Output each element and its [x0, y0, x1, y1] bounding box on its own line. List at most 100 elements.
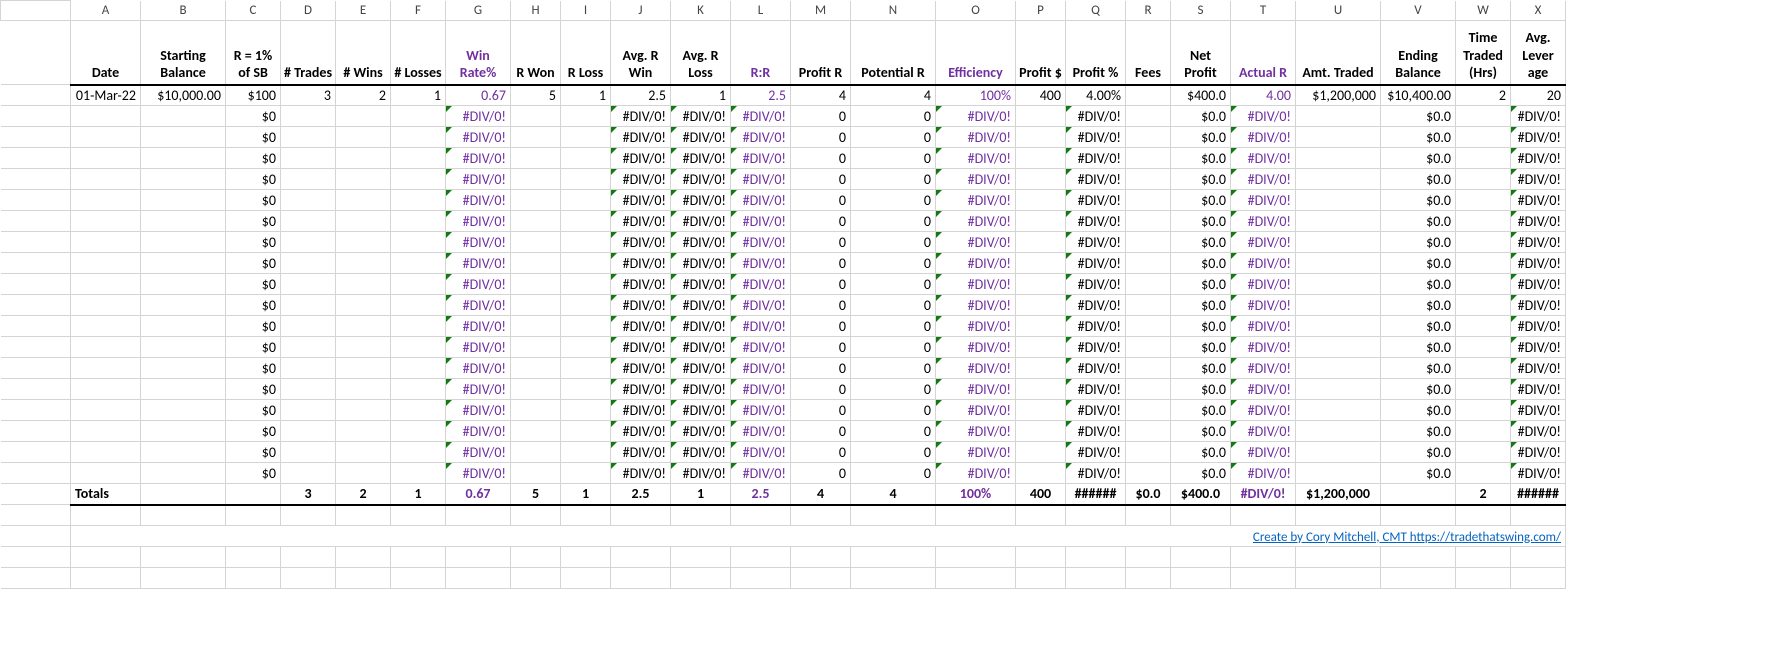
cell-M-e17[interactable]: 0 — [791, 463, 851, 484]
cell-J-e6[interactable]: #DIV/0! — [611, 232, 671, 253]
cell-K-e3[interactable]: #DIV/0! — [671, 169, 731, 190]
cell-O-e2[interactable]: #DIV/0! — [936, 148, 1016, 169]
col-header-K[interactable]: K — [671, 1, 731, 21]
cell-T-b1[interactable] — [1231, 505, 1296, 526]
cell-Q-e9[interactable]: #DIV/0! — [1066, 295, 1126, 316]
cell-W-e11[interactable] — [1456, 337, 1511, 358]
cell-G-b2[interactable] — [446, 547, 511, 568]
cell-I-e6[interactable] — [561, 232, 611, 253]
row-header[interactable] — [1, 526, 71, 547]
cell-Q-e5[interactable]: #DIV/0! — [1066, 211, 1126, 232]
cell-R-e5[interactable] — [1126, 211, 1171, 232]
cell-F-e10[interactable] — [391, 316, 446, 337]
cell-Q-hdr[interactable]: Profit % — [1066, 21, 1126, 85]
cell-U-e10[interactable] — [1296, 316, 1381, 337]
cell-T-e8[interactable]: #DIV/0! — [1231, 274, 1296, 295]
cell-K-e16[interactable]: #DIV/0! — [671, 442, 731, 463]
cell-D-1[interactable]: 3 — [281, 85, 336, 106]
cell-E-b2[interactable] — [336, 547, 391, 568]
cell-F-e17[interactable] — [391, 463, 446, 484]
cell-S-e14[interactable]: $0.0 — [1171, 400, 1231, 421]
cell-L-1[interactable]: 2.5 — [731, 85, 791, 106]
cell-U-b3[interactable] — [1296, 568, 1381, 589]
cell-C-e2[interactable]: $0 — [226, 148, 281, 169]
cell-H-e4[interactable] — [511, 190, 561, 211]
row-header[interactable] — [1, 274, 71, 295]
cell-P-e17[interactable] — [1016, 463, 1066, 484]
cell-C-e15[interactable]: $0 — [226, 421, 281, 442]
cell-F-e9[interactable] — [391, 295, 446, 316]
cell-P-e3[interactable] — [1016, 169, 1066, 190]
col-header-J[interactable]: J — [611, 1, 671, 21]
cell-G-e3[interactable]: #DIV/0! — [446, 169, 511, 190]
row-header[interactable] — [1, 106, 71, 127]
cell-T-e13[interactable]: #DIV/0! — [1231, 379, 1296, 400]
cell-C-e3[interactable]: $0 — [226, 169, 281, 190]
cell-F-e4[interactable] — [391, 190, 446, 211]
cell-A-e1[interactable] — [71, 127, 141, 148]
cell-P-e10[interactable] — [1016, 316, 1066, 337]
col-header-L[interactable]: L — [731, 1, 791, 21]
cell-W-e7[interactable] — [1456, 253, 1511, 274]
cell-Q-e8[interactable]: #DIV/0! — [1066, 274, 1126, 295]
cell-J-e12[interactable]: #DIV/0! — [611, 358, 671, 379]
cell-E-e15[interactable] — [336, 421, 391, 442]
cell-T-e2[interactable]: #DIV/0! — [1231, 148, 1296, 169]
row-header[interactable] — [1, 505, 71, 526]
cell-C-b3[interactable] — [226, 568, 281, 589]
cell-W-e16[interactable] — [1456, 442, 1511, 463]
cell-L-e15[interactable]: #DIV/0! — [731, 421, 791, 442]
cell-S-b2[interactable] — [1171, 547, 1231, 568]
cell-M-e11[interactable]: 0 — [791, 337, 851, 358]
cell-G-e1[interactable]: #DIV/0! — [446, 127, 511, 148]
cell-P-e16[interactable] — [1016, 442, 1066, 463]
cell-A-e7[interactable] — [71, 253, 141, 274]
cell-N-e3[interactable]: 0 — [851, 169, 936, 190]
cell-K-e13[interactable]: #DIV/0! — [671, 379, 731, 400]
cell-R-e17[interactable] — [1126, 463, 1171, 484]
cell-K-e1[interactable]: #DIV/0! — [671, 127, 731, 148]
cell-P-e13[interactable] — [1016, 379, 1066, 400]
cell-B-e5[interactable] — [141, 211, 226, 232]
cell-X-e14[interactable]: #DIV/0! — [1511, 400, 1566, 421]
cell-H-e6[interactable] — [511, 232, 561, 253]
cell-S-b1[interactable] — [1171, 505, 1231, 526]
cell-F-e13[interactable] — [391, 379, 446, 400]
cell-M-e15[interactable]: 0 — [791, 421, 851, 442]
cell-R-e9[interactable] — [1126, 295, 1171, 316]
cell-O-e13[interactable]: #DIV/0! — [936, 379, 1016, 400]
cell-U-e16[interactable] — [1296, 442, 1381, 463]
cell-A-e10[interactable] — [71, 316, 141, 337]
cell-F-e2[interactable] — [391, 148, 446, 169]
cell-X-b2[interactable] — [1511, 547, 1566, 568]
cell-M-e16[interactable]: 0 — [791, 442, 851, 463]
cell-U-e0[interactable] — [1296, 106, 1381, 127]
cell-M-e1[interactable]: 0 — [791, 127, 851, 148]
cell-V-hdr[interactable]: Ending Balance — [1381, 21, 1456, 85]
cell-V-e8[interactable]: $0.0 — [1381, 274, 1456, 295]
cell-U-e11[interactable] — [1296, 337, 1381, 358]
cell-H-e17[interactable] — [511, 463, 561, 484]
cell-V-e5[interactable]: $0.0 — [1381, 211, 1456, 232]
cell-K-e9[interactable]: #DIV/0! — [671, 295, 731, 316]
cell-N-e9[interactable]: 0 — [851, 295, 936, 316]
cell-H-e13[interactable] — [511, 379, 561, 400]
cell-M-e13[interactable]: 0 — [791, 379, 851, 400]
row-header[interactable] — [1, 379, 71, 400]
cell-J-e9[interactable]: #DIV/0! — [611, 295, 671, 316]
cell-F-e6[interactable] — [391, 232, 446, 253]
col-header-O[interactable]: O — [936, 1, 1016, 21]
cell-C-e16[interactable]: $0 — [226, 442, 281, 463]
cell-T-e11[interactable]: #DIV/0! — [1231, 337, 1296, 358]
cell-V-e11[interactable]: $0.0 — [1381, 337, 1456, 358]
cell-N-e14[interactable]: 0 — [851, 400, 936, 421]
cell-R-b2[interactable] — [1126, 547, 1171, 568]
cell-P-e6[interactable] — [1016, 232, 1066, 253]
cell-Q-b3[interactable] — [1066, 568, 1126, 589]
cell-R-e12[interactable] — [1126, 358, 1171, 379]
cell-O-e7[interactable]: #DIV/0! — [936, 253, 1016, 274]
cell-E-e16[interactable] — [336, 442, 391, 463]
cell-J-e14[interactable]: #DIV/0! — [611, 400, 671, 421]
cell-L-e10[interactable]: #DIV/0! — [731, 316, 791, 337]
cell-B-e9[interactable] — [141, 295, 226, 316]
